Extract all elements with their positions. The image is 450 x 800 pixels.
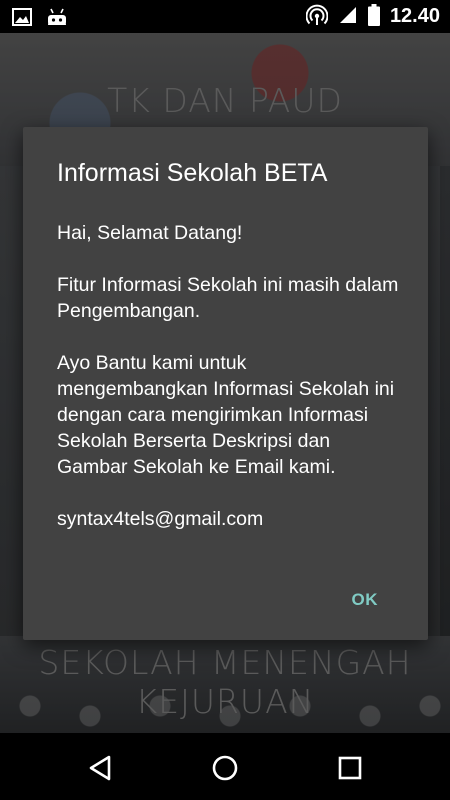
recents-icon[interactable] [333,751,367,785]
image-icon [12,8,32,30]
status-right: 12.40 [305,0,440,33]
back-icon[interactable] [84,751,118,785]
battery-icon [367,3,380,30]
home-icon[interactable] [208,751,242,785]
dialog-message: Hai, Selamat Datang! Fitur Informasi Sek… [57,220,402,558]
status-time: 12.40 [389,5,440,27]
info-dialog: Informasi Sekolah BETA Hai, Selamat Data… [23,127,428,640]
navigation-bar [0,733,450,800]
dialog-greeting: Hai, Selamat Datang! [57,222,243,244]
status-left [12,7,68,31]
dialog-request: Ayo Bantu kami untuk mengembangkan Infor… [57,352,395,478]
ok-button[interactable]: OK [346,586,385,614]
android-icon [46,7,68,31]
dialog-email: syntax4tels@gmail.com [57,508,264,530]
dialog-title: Informasi Sekolah BETA [57,159,328,187]
hotspot-icon [305,4,329,30]
dialog-feature-note: Fitur Informasi Sekolah ini masih dalam … [57,274,399,322]
signal-icon [338,5,358,29]
status-bar: 12.40 [0,0,450,33]
